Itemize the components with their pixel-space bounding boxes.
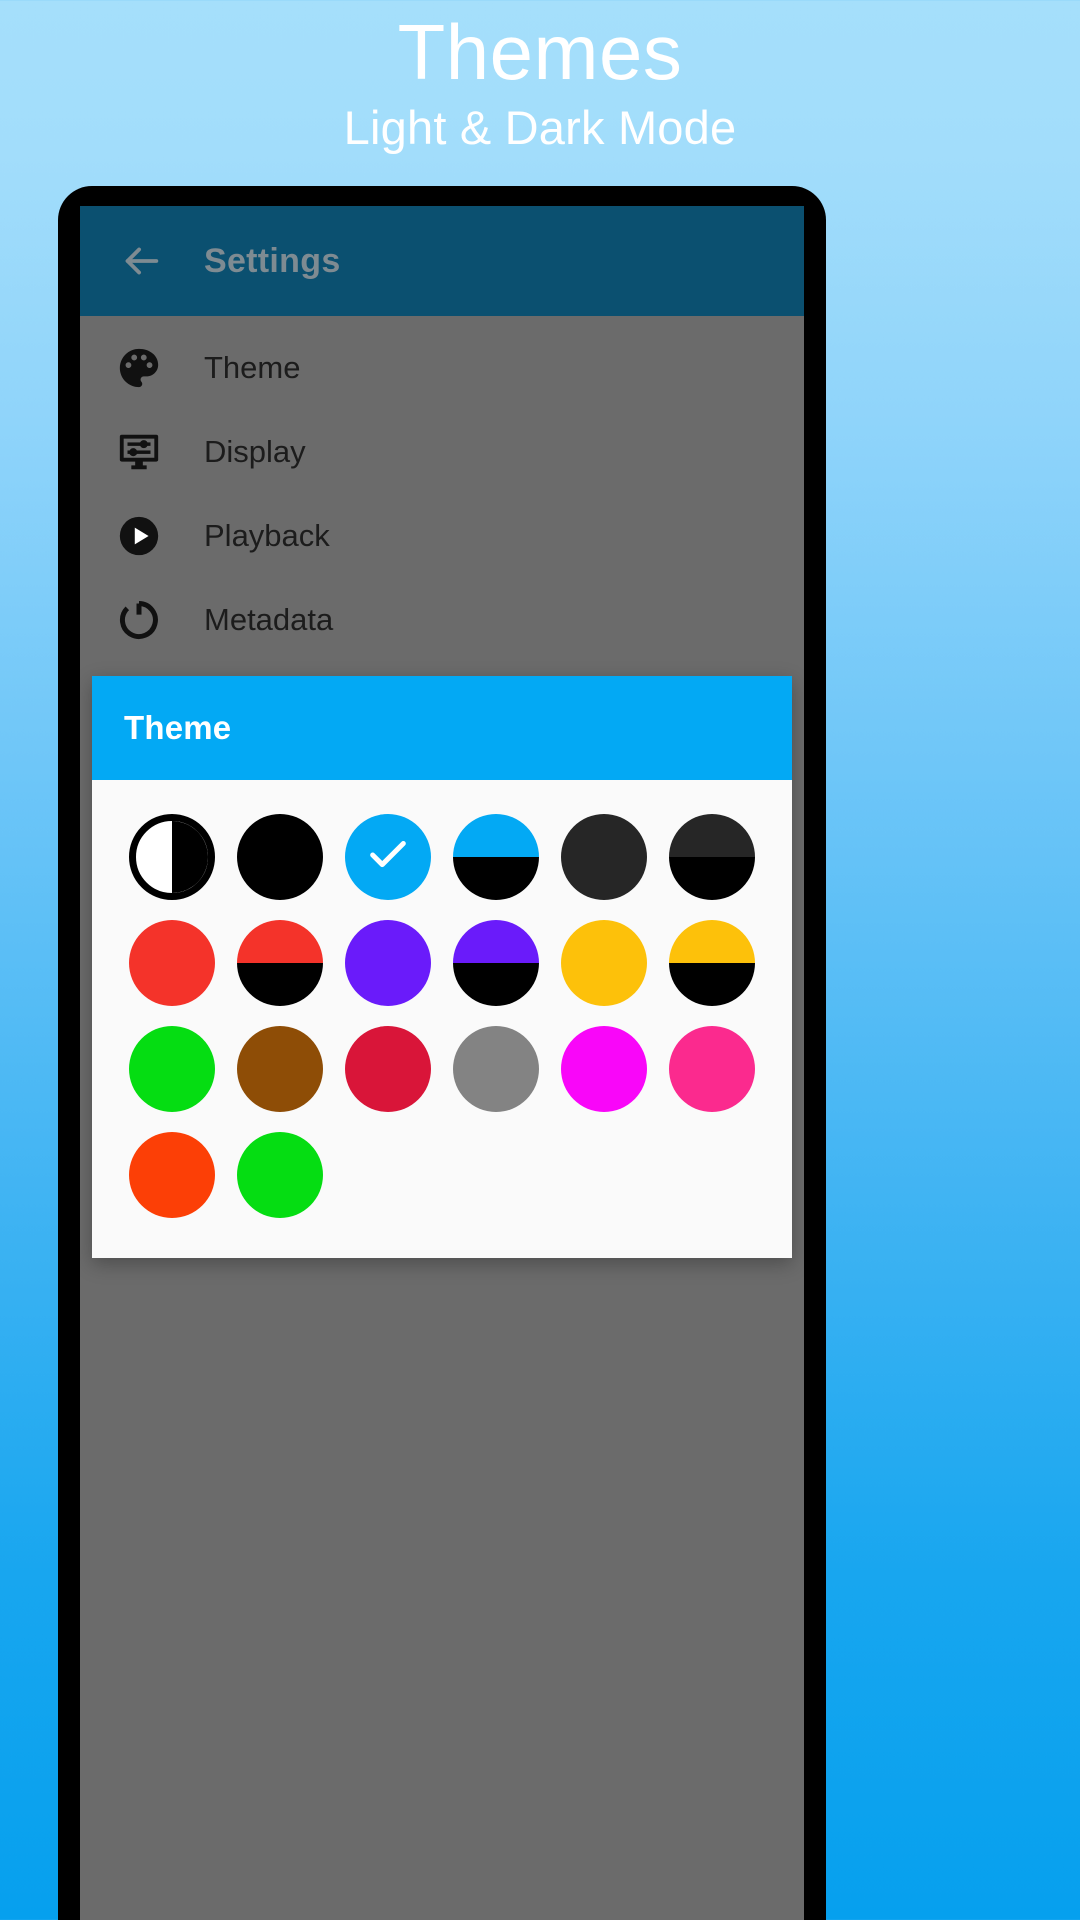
swatch-circle <box>236 920 323 1006</box>
theme-dialog-header: Theme <box>92 676 792 780</box>
theme-dialog-body <box>92 780 792 1258</box>
promo-header: Themes Light & Dark Mode <box>0 0 1080 158</box>
theme-swatch-amber[interactable] <box>550 910 658 1016</box>
app-bar-title: Settings <box>204 241 341 280</box>
swatch-half-dark <box>171 821 208 893</box>
swatch-half-bottom <box>452 857 539 900</box>
swatch-circle <box>344 814 431 900</box>
theme-swatch-brown[interactable] <box>226 1016 334 1122</box>
settings-row-playback[interactable]: Playback <box>80 494 804 578</box>
play-circle-icon <box>106 503 172 569</box>
settings-list: Theme Display Playback Metadata <box>80 316 804 662</box>
swatch-circle <box>668 814 755 900</box>
theme-dialog-title: Theme <box>124 709 232 746</box>
phone-frame: Settings Theme Display Playback Metadata… <box>58 186 826 1920</box>
swatch-half-bottom <box>668 857 755 900</box>
arrow-back-icon[interactable] <box>106 226 176 296</box>
swatch-half-top <box>236 920 323 963</box>
theme-swatch-gray[interactable] <box>442 1016 550 1122</box>
app-bar: Settings <box>80 206 804 316</box>
swatch-circle <box>452 814 539 900</box>
swatch-circle <box>344 920 431 1006</box>
swatch-circle <box>560 920 647 1006</box>
theme-swatch-magenta[interactable] <box>550 1016 658 1122</box>
swatch-circle <box>344 1026 431 1112</box>
swatch-circle <box>128 814 215 900</box>
swatch-circle <box>236 1026 323 1112</box>
swatch-half-bottom <box>668 963 755 1006</box>
settings-label: Display <box>204 434 306 469</box>
swatch-half-top <box>668 920 755 963</box>
theme-swatch-green[interactable] <box>118 1016 226 1122</box>
swatch-circle <box>560 814 647 900</box>
settings-row-display[interactable]: Display <box>80 410 804 494</box>
theme-swatch-purple[interactable] <box>334 910 442 1016</box>
theme-swatch-amber-black[interactable] <box>658 910 766 1016</box>
settings-label: Playback <box>204 518 330 553</box>
swatch-circle <box>236 814 323 900</box>
theme-swatch-grid <box>118 804 766 1228</box>
phone-screen: Settings Theme Display Playback Metadata… <box>80 206 804 1920</box>
theme-swatch-charcoal-black[interactable] <box>658 804 766 910</box>
swatch-circle <box>236 1132 323 1218</box>
swatch-half-bottom <box>452 963 539 1006</box>
swatch-circle <box>668 920 755 1006</box>
swatch-half-bottom <box>236 963 323 1006</box>
theme-swatch-black[interactable] <box>226 804 334 910</box>
palette-icon <box>106 335 172 401</box>
swatch-circle <box>452 920 539 1006</box>
settings-row-theme[interactable]: Theme <box>80 326 804 410</box>
settings-label: Metadata <box>204 602 334 637</box>
theme-swatch-bright-green[interactable] <box>226 1122 334 1228</box>
theme-swatch-purple-black[interactable] <box>442 910 550 1016</box>
settings-label: Theme <box>204 350 301 385</box>
theme-swatch-red-black[interactable] <box>226 910 334 1016</box>
promo-subtitle: Light & Dark Mode <box>343 101 737 154</box>
sync-circle-icon <box>106 587 172 653</box>
swatch-circle <box>668 1026 755 1112</box>
theme-swatch-pink[interactable] <box>658 1016 766 1122</box>
display-settings-icon <box>106 419 172 485</box>
settings-row-metadata[interactable]: Metadata <box>80 578 804 662</box>
check-icon <box>365 832 411 883</box>
swatch-half-top <box>452 920 539 963</box>
theme-swatch-red[interactable] <box>118 910 226 1016</box>
swatch-circle <box>128 920 215 1006</box>
swatch-circle <box>128 1132 215 1218</box>
theme-dialog: Theme <box>92 676 792 1258</box>
theme-swatch-orange-red[interactable] <box>118 1122 226 1228</box>
swatch-circle <box>560 1026 647 1112</box>
promo-title: Themes <box>397 8 683 96</box>
theme-swatch-auto-light-dark[interactable] <box>118 804 226 910</box>
swatch-half-top <box>668 814 755 857</box>
theme-swatch-blue-black[interactable] <box>442 804 550 910</box>
theme-swatch-blue-selected[interactable] <box>334 804 442 910</box>
swatch-circle <box>128 1026 215 1112</box>
swatch-half-top <box>452 814 539 857</box>
swatch-circle <box>452 1026 539 1112</box>
theme-swatch-charcoal[interactable] <box>550 804 658 910</box>
theme-swatch-crimson[interactable] <box>334 1016 442 1122</box>
